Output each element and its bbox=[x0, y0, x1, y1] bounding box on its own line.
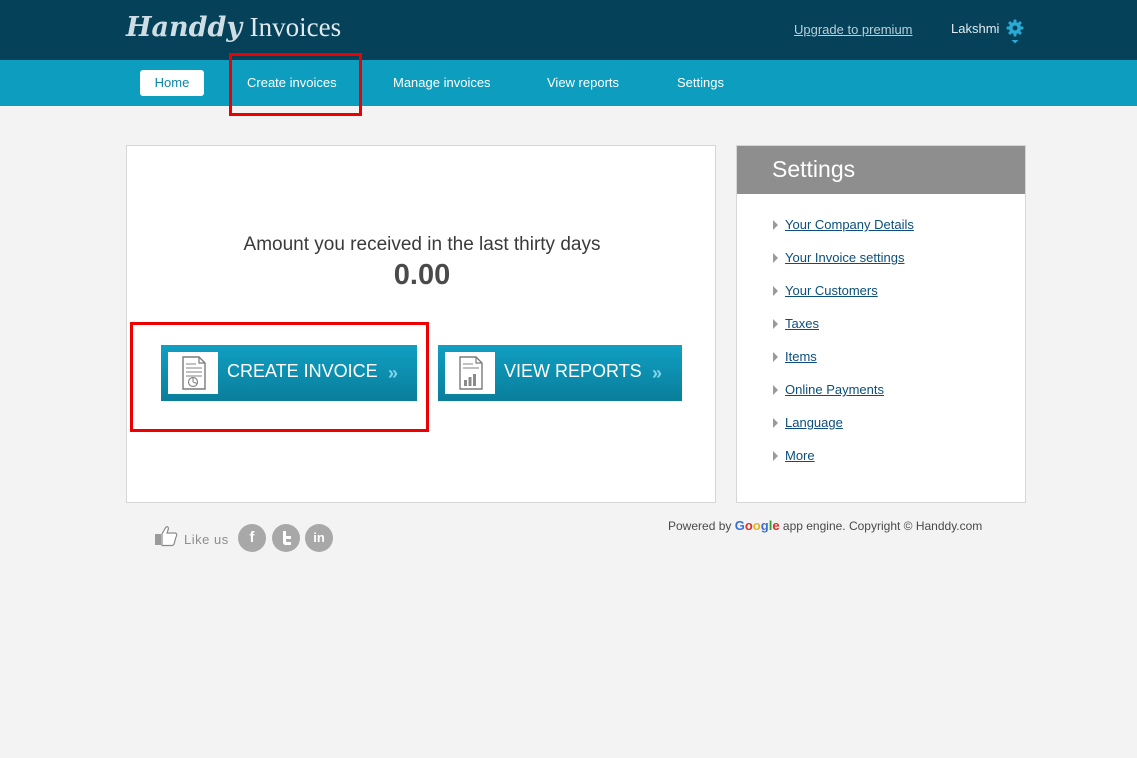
sidebar-item-label[interactable]: Taxes bbox=[785, 316, 819, 331]
sidebar-item-label[interactable]: Your Customers bbox=[785, 283, 878, 298]
create-invoice-button-label: CREATE INVOICE bbox=[227, 361, 378, 381]
nav-create-invoices[interactable]: Create invoices bbox=[247, 70, 337, 96]
triangle-right-icon bbox=[773, 319, 778, 329]
like-us-label: Like us bbox=[184, 532, 229, 547]
view-reports-button[interactable]: VIEW REPORTS » bbox=[438, 345, 682, 401]
google-logo: Google bbox=[735, 518, 780, 533]
gear-icon[interactable] bbox=[1005, 19, 1025, 45]
triangle-right-icon bbox=[773, 418, 778, 428]
user-name[interactable]: Lakshmi bbox=[951, 21, 999, 36]
settings-sidebar-title: Settings bbox=[772, 156, 856, 182]
amount-received-label: Amount you received in the last thirty d… bbox=[243, 234, 601, 255]
triangle-right-icon bbox=[773, 286, 778, 296]
nav-settings[interactable]: Settings bbox=[677, 70, 724, 96]
invoice-document-icon bbox=[168, 352, 218, 394]
report-chart-icon bbox=[445, 352, 495, 394]
sidebar-item-label[interactable]: Language bbox=[785, 415, 843, 430]
top-header: Handdy Invoices Upgrade to premium Laksh… bbox=[0, 0, 1137, 60]
create-invoice-button[interactable]: CREATE INVOICE » bbox=[161, 345, 417, 401]
sidebar-item-label[interactable]: Your Company Details bbox=[785, 217, 914, 232]
google-letter: o bbox=[744, 518, 753, 533]
dashboard-panel: Amount you received in the last thirty d… bbox=[126, 145, 716, 503]
facebook-icon[interactable]: f bbox=[238, 524, 266, 552]
powered-by-footer: Powered by Google app engine. Copyright … bbox=[668, 518, 982, 533]
triangle-right-icon bbox=[773, 253, 778, 263]
twitter-icon[interactable] bbox=[272, 524, 300, 552]
settings-sidebar-header: Settings bbox=[737, 146, 1025, 194]
logo-plain-text: Invoices bbox=[249, 12, 342, 42]
triangle-right-icon bbox=[773, 220, 778, 230]
sidebar-item-label[interactable]: More bbox=[785, 448, 815, 463]
upgrade-to-premium-link[interactable]: Upgrade to premium bbox=[794, 22, 913, 37]
settings-sidebar: Settings Your Company Details Your Invoi… bbox=[736, 145, 1026, 503]
logo-script-text: Handdy bbox=[126, 12, 243, 43]
thumbs-up-icon[interactable] bbox=[154, 525, 178, 547]
main-nav: Home Create invoices Manage invoices Vie… bbox=[0, 60, 1137, 106]
nav-manage-invoices[interactable]: Manage invoices bbox=[393, 70, 491, 96]
google-letter: g bbox=[760, 518, 769, 533]
nav-view-reports[interactable]: View reports bbox=[547, 70, 619, 96]
triangle-right-icon bbox=[773, 451, 778, 461]
view-reports-button-label: VIEW REPORTS bbox=[504, 361, 642, 381]
chevron-right-icon: » bbox=[388, 363, 399, 383]
triangle-right-icon bbox=[773, 385, 778, 395]
sidebar-item-label[interactable]: Your Invoice settings bbox=[785, 250, 904, 265]
nav-home[interactable]: Home bbox=[140, 70, 204, 96]
google-letter: o bbox=[752, 518, 761, 533]
triangle-right-icon bbox=[773, 352, 778, 362]
powered-by-suffix: app engine. Copyright © Handdy.com bbox=[782, 519, 983, 533]
google-letter: G bbox=[734, 518, 745, 533]
linkedin-icon[interactable]: in bbox=[305, 524, 333, 552]
powered-by-prefix: Powered by bbox=[668, 519, 732, 533]
google-letter: e bbox=[772, 518, 780, 533]
chevron-right-icon: » bbox=[652, 363, 663, 383]
amount-received-value: 0.00 bbox=[393, 259, 451, 291]
app-logo[interactable]: Handdy Invoices bbox=[126, 12, 341, 43]
sidebar-item-label[interactable]: Items bbox=[785, 349, 817, 364]
sidebar-item-label[interactable]: Online Payments bbox=[785, 382, 884, 397]
